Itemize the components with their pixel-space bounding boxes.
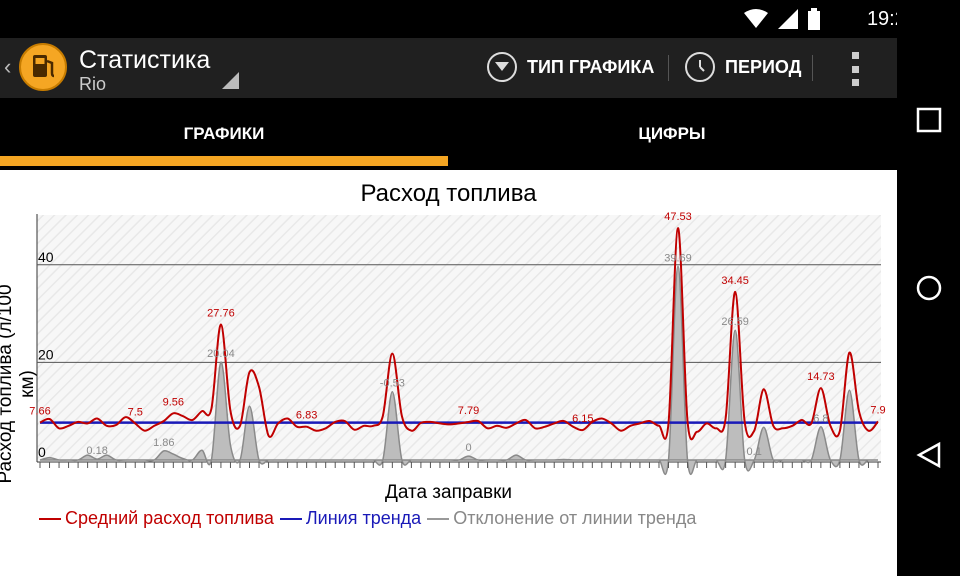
avg-data-label: 27.76	[207, 308, 235, 320]
fuel-pump-icon	[33, 55, 55, 78]
overflow-menu-icon[interactable]	[849, 52, 861, 86]
tab-numbers[interactable]: ЦИФРЫ	[448, 98, 896, 170]
clock-icon	[685, 52, 715, 82]
deviation-data-label: 26.59	[721, 316, 749, 328]
chart-type-label: ТИП ГРАФИКА	[527, 56, 655, 77]
chart-type-button[interactable]: ТИП ГРАФИКА	[487, 50, 654, 84]
battery-icon	[808, 8, 820, 30]
x-axis-label: Дата заправки	[384, 482, 513, 503]
legend-swatch-deviation	[427, 517, 450, 520]
status-bar: 19:29	[0, 0, 960, 38]
back-chevron-icon[interactable]: ‹	[4, 54, 11, 80]
chart-legend: Средний расход топлива Линия тренда Откл…	[37, 508, 696, 529]
vehicle-dropdown-icon[interactable]	[222, 72, 239, 89]
page-title: Статистика	[79, 46, 211, 74]
action-divider	[668, 55, 669, 81]
action-bar: ‹ Статистика Rio ТИП ГРАФИКА ПЕРИОД	[0, 38, 897, 98]
legend-swatch-avg	[39, 517, 61, 520]
avg-data-label: 14.73	[807, 371, 835, 383]
wifi-icon	[744, 9, 768, 28]
deviation-data-label: -0.53	[380, 378, 405, 390]
back-icon[interactable]	[915, 441, 943, 469]
action-divider	[812, 55, 813, 81]
avg-data-label: 7.5	[128, 406, 143, 418]
avg-data-label: 6.15	[572, 413, 593, 425]
avg-data-label: 34.45	[721, 275, 749, 287]
avg-data-label: 7.66	[29, 406, 50, 418]
app-window: ‹ Статистика Rio ТИП ГРАФИКА ПЕРИОД ГРАФ…	[0, 0, 897, 576]
deviation-data-label: 1.86	[153, 437, 174, 449]
y-tick-label: 0	[38, 444, 46, 460]
chart-panel: Расход топлива Расход топлива (л/100 км)…	[0, 170, 897, 576]
active-tab-indicator	[0, 156, 448, 166]
legend-trend: Линия тренда	[305, 508, 422, 528]
avg-data-label: 7.79	[458, 405, 479, 417]
avg-data-label: 9.56	[163, 396, 184, 408]
legend-swatch-trend	[279, 517, 302, 520]
avg-data-label: 7.9	[870, 404, 885, 416]
deviation-data-label: 20.04	[207, 348, 235, 360]
chart-title: Расход топлива	[360, 180, 537, 207]
legend-avg: Средний расход топлива	[65, 508, 274, 528]
home-icon[interactable]	[915, 274, 943, 302]
avg-data-label: 47.53	[664, 212, 692, 223]
vehicle-name[interactable]: Rio	[79, 74, 106, 95]
deviation-data-label: 0	[465, 442, 471, 454]
deviation-data-label: 0.18	[86, 445, 107, 457]
y-tick-label: 20	[38, 346, 54, 362]
fuel-consumption-chart[interactable]: 0 20 40 7.66 7.5 9.56 27.76 6.83 7.79 6.15 47.53 3…	[0, 212, 897, 512]
deviation-data-label: 6.8	[813, 413, 828, 425]
y-tick-label: 40	[38, 249, 54, 265]
period-label: ПЕРИОД	[725, 56, 802, 77]
signal-icon	[778, 9, 798, 29]
period-button[interactable]: ПЕРИОД	[685, 50, 801, 84]
navigation-bar	[897, 0, 960, 576]
deviation-data-label: 39.69	[664, 252, 692, 264]
chevron-down-circle-icon	[487, 52, 517, 82]
status-icons	[744, 8, 820, 30]
fuel-pump-app-icon[interactable]	[19, 43, 67, 91]
deviation-data-label: 0.1	[747, 446, 762, 458]
legend-deviation: Отклонение от линии тренда	[453, 508, 697, 528]
avg-data-label: 6.83	[296, 410, 317, 422]
recents-icon[interactable]	[915, 106, 943, 134]
